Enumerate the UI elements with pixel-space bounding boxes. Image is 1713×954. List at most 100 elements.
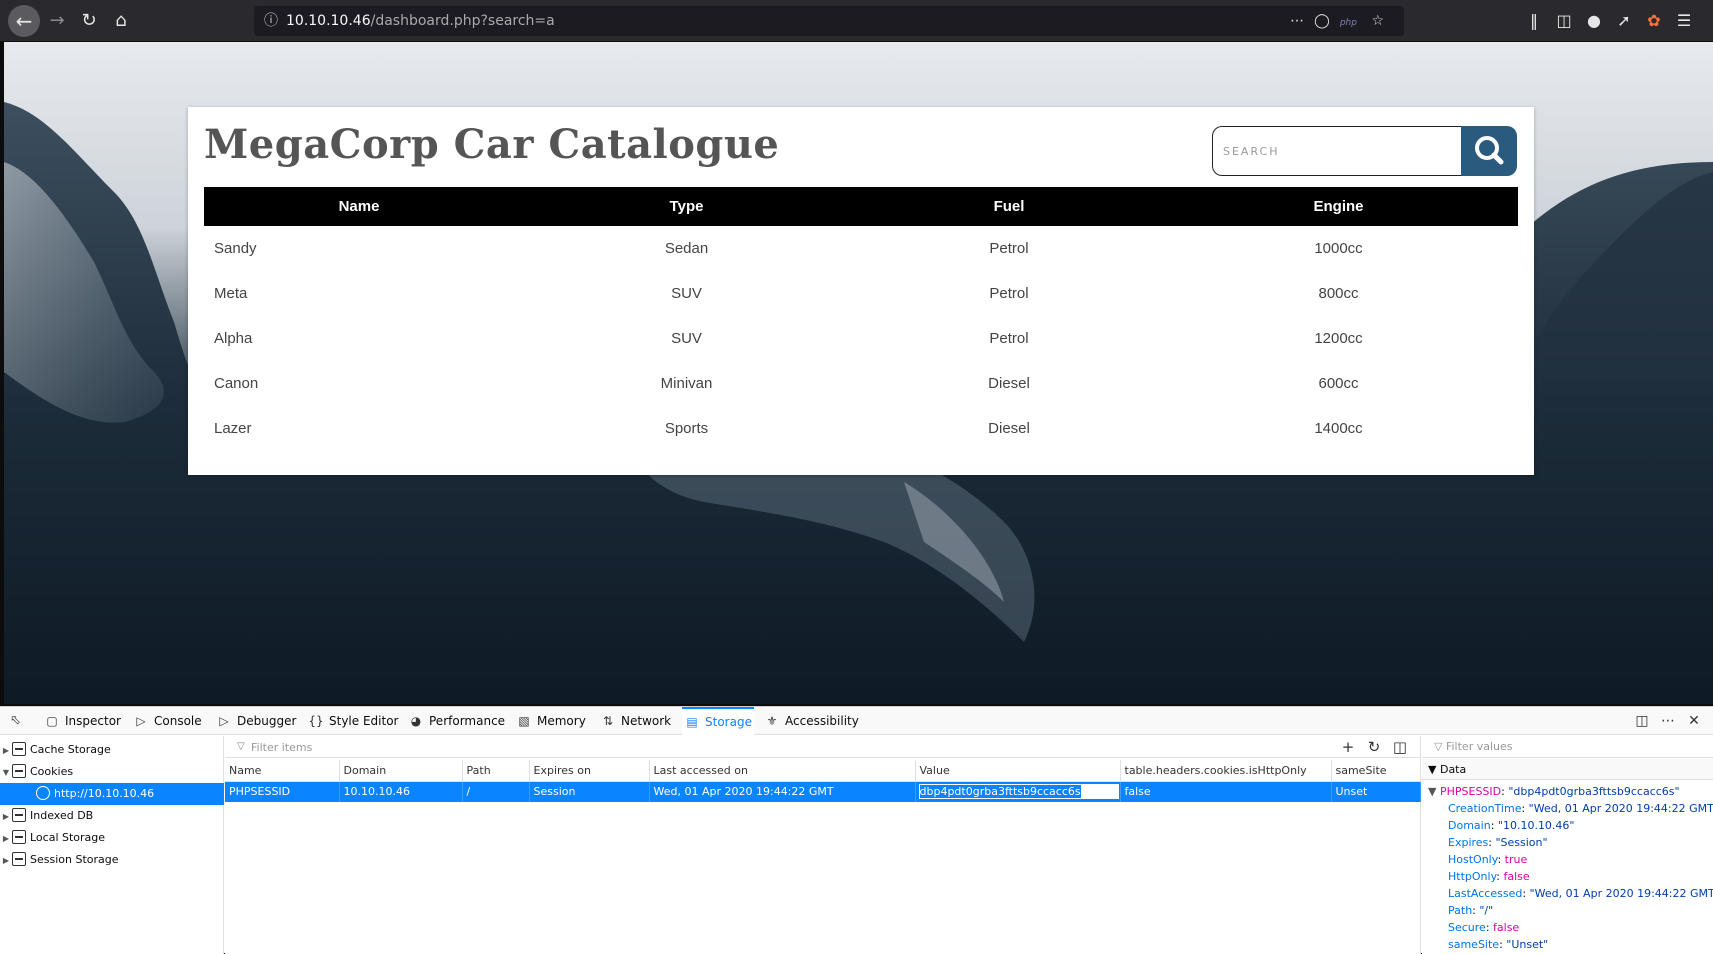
tab-console[interactable]: ▷ Console <box>133 707 201 735</box>
car-engine: 1000cc <box>1314 240 1363 257</box>
data-row[interactable]: sameSite: "Unset" <box>1448 936 1548 953</box>
car-name: Sandy <box>214 240 257 257</box>
column-header[interactable]: Name <box>225 760 340 782</box>
php-extension-icon[interactable]: php <box>1340 18 1357 28</box>
tab-style-editor[interactable]: {} Style Editor <box>308 707 398 735</box>
home-button[interactable]: ⌂ <box>106 6 136 36</box>
filter-items-input[interactable] <box>251 739 851 755</box>
page-actions-icon[interactable]: ⋯ <box>1290 13 1314 29</box>
collapse-arrow-icon[interactable]: ▼ <box>1428 763 1440 776</box>
search-icon <box>1475 136 1504 165</box>
foxyproxy-icon[interactable]: ✿ <box>1639 6 1669 36</box>
filter-values-input[interactable] <box>1445 740 1696 753</box>
url-text[interactable]: 10.10.10.46/dashboard.php?search=a <box>286 6 555 36</box>
forward-button[interactable]: → <box>42 6 72 36</box>
account-icon[interactable]: ● <box>1579 6 1609 36</box>
column-header[interactable]: Path <box>462 760 530 782</box>
toggle-sidebar-icon[interactable]: ◫ <box>1387 736 1413 758</box>
add-item-icon[interactable]: + <box>1335 736 1361 758</box>
table-row: Lazer Sports Diesel 1400cc <box>204 406 1518 451</box>
site-info-icon[interactable]: ⓘ <box>264 6 278 36</box>
element-picker-icon[interactable]: ⬁ <box>10 713 28 729</box>
cookie-samesite[interactable]: Unset <box>1331 781 1421 802</box>
table-row[interactable]: PHPSESSID 10.10.10.46 / Session Wed, 01 … <box>225 781 1421 802</box>
cookie-last-accessed[interactable]: Wed, 01 Apr 2020 19:44:22 GMT <box>649 781 916 802</box>
data-row[interactable]: Expires: "Session" <box>1448 834 1548 851</box>
cookie-domain[interactable]: 10.10.10.46 <box>339 781 463 802</box>
cookie-path[interactable]: / <box>462 781 530 802</box>
column-header-type: Type <box>669 198 704 215</box>
column-header-engine: Engine <box>1313 198 1364 215</box>
library-icon[interactable]: ‖ <box>1519 6 1549 36</box>
column-header[interactable]: sameSite <box>1331 760 1421 782</box>
performance-icon: ◕ <box>410 714 422 728</box>
tab-accessibility[interactable]: ⚜ Accessibility <box>764 707 859 735</box>
more-options-icon[interactable]: ⋯ <box>1655 707 1681 735</box>
tab-inspector[interactable]: ▢ Inspector <box>44 707 121 735</box>
tab-network[interactable]: ⇅ Network <box>600 707 671 735</box>
url-bar[interactable]: ⓘ 10.10.10.46/dashboard.php?search=a ⋯◯p… <box>254 6 1404 36</box>
tree-item-indexed-db[interactable]: ▶ Indexed DB <box>0 805 224 827</box>
close-devtools-icon[interactable]: ✕ <box>1681 707 1707 735</box>
bookmark-star-icon[interactable]: ☆ <box>1371 13 1394 29</box>
cookie-value-editor[interactable]: dbp4pdt0grba3fttsb9ccacc6s <box>917 783 1120 801</box>
data-root-row[interactable]: ▼ PHPSESSID: "dbp4pdt0grba3fttsb9ccacc6s… <box>1428 783 1680 800</box>
data-key: PHPSESSID <box>1439 785 1502 798</box>
data-row[interactable]: Domain: "10.10.10.46" <box>1448 817 1575 834</box>
storage-icon: ▤ <box>686 715 698 729</box>
car-type: Sports <box>664 420 709 437</box>
data-value: "Unset" <box>1506 938 1549 951</box>
tree-item-cookie-host[interactable]: http://10.10.10.46 <box>0 783 224 805</box>
search-button[interactable] <box>1461 126 1517 176</box>
column-header[interactable]: Value <box>915 760 1121 782</box>
expand-arrow-icon[interactable]: ▶ <box>0 850 12 872</box>
reload-button[interactable]: ↻ <box>74 6 104 36</box>
tab-label: Storage <box>705 715 752 729</box>
dock-icon[interactable]: ◫ <box>1629 707 1655 735</box>
data-row[interactable]: CreationTime: "Wed, 01 Apr 2020 19:44:22… <box>1448 800 1713 817</box>
tab-label: Performance <box>429 714 506 728</box>
expand-arrow-icon[interactable]: ▶ <box>0 806 12 828</box>
cookie-httponly[interactable]: false <box>1120 781 1332 802</box>
search-input[interactable] <box>1213 127 1462 175</box>
data-value: true <box>1504 853 1528 866</box>
data-section-header[interactable]: ▼ Data <box>1422 759 1713 780</box>
data-row[interactable]: HttpOnly: false <box>1448 868 1530 885</box>
column-header[interactable]: Expires on <box>529 760 650 782</box>
column-header[interactable]: Last accessed on <box>649 760 916 782</box>
tree-item-label: Session Storage <box>30 853 119 866</box>
globe-icon <box>36 786 50 800</box>
tab-debugger[interactable]: ▷ Debugger <box>216 707 296 735</box>
tree-item-local-storage[interactable]: ▶ Local Storage <box>0 827 224 849</box>
data-row[interactable]: HostOnly: true <box>1448 851 1527 868</box>
tree-item-cache-storage[interactable]: ▶ Cache Storage <box>0 739 224 761</box>
tree-item-cookies[interactable]: ▼ Cookies <box>0 761 224 783</box>
storage-tree: ▶ Cache Storage ▼ Cookies http://10.10.10.… <box>0 736 224 954</box>
tab-label: Memory <box>537 714 586 728</box>
table-row: Alpha SUV Petrol 1200cc <box>204 316 1518 361</box>
cookie-value-cell[interactable]: dbp4pdt0grba3fttsb9ccacc6s <box>915 781 1121 802</box>
column-header[interactable]: Domain <box>339 760 463 782</box>
refresh-icon[interactable]: ↻ <box>1361 736 1387 758</box>
data-row[interactable]: LastAccessed: "Wed, 01 Apr 2020 19:44:22… <box>1448 885 1713 902</box>
sidebar-icon[interactable]: ◫ <box>1549 6 1579 36</box>
catalogue-card: MegaCorp Car Catalogue Name Type Fuel En… <box>188 107 1534 475</box>
back-button[interactable]: ← <box>8 5 40 37</box>
data-row[interactable]: Path: "/" <box>1448 902 1493 919</box>
expand-arrow-icon[interactable]: ▶ <box>0 740 12 762</box>
collapse-arrow-icon[interactable]: ▼ <box>1428 785 1440 798</box>
expand-arrow-icon[interactable]: ▶ <box>0 828 12 850</box>
pocket-icon[interactable]: ◯ <box>1314 13 1340 29</box>
cookie-name[interactable]: PHPSESSID <box>225 781 340 802</box>
tab-storage[interactable]: ▤ Storage <box>682 707 754 735</box>
column-header[interactable]: table.headers.cookies.isHttpOnly <box>1120 760 1332 782</box>
collapse-arrow-icon[interactable]: ▼ <box>0 762 12 784</box>
menu-icon[interactable]: ☰ <box>1669 6 1699 36</box>
data-row[interactable]: Secure: false <box>1448 919 1519 936</box>
tab-memory[interactable]: ▧ Memory <box>516 707 586 735</box>
tree-item-session-storage[interactable]: ▶ Session Storage <box>0 849 224 871</box>
style-editor-icon: {} <box>308 714 324 728</box>
cookie-expires[interactable]: Session <box>529 781 650 802</box>
extension-icon[interactable]: ➚ <box>1609 6 1639 36</box>
tab-performance[interactable]: ◕ Performance <box>408 707 505 735</box>
